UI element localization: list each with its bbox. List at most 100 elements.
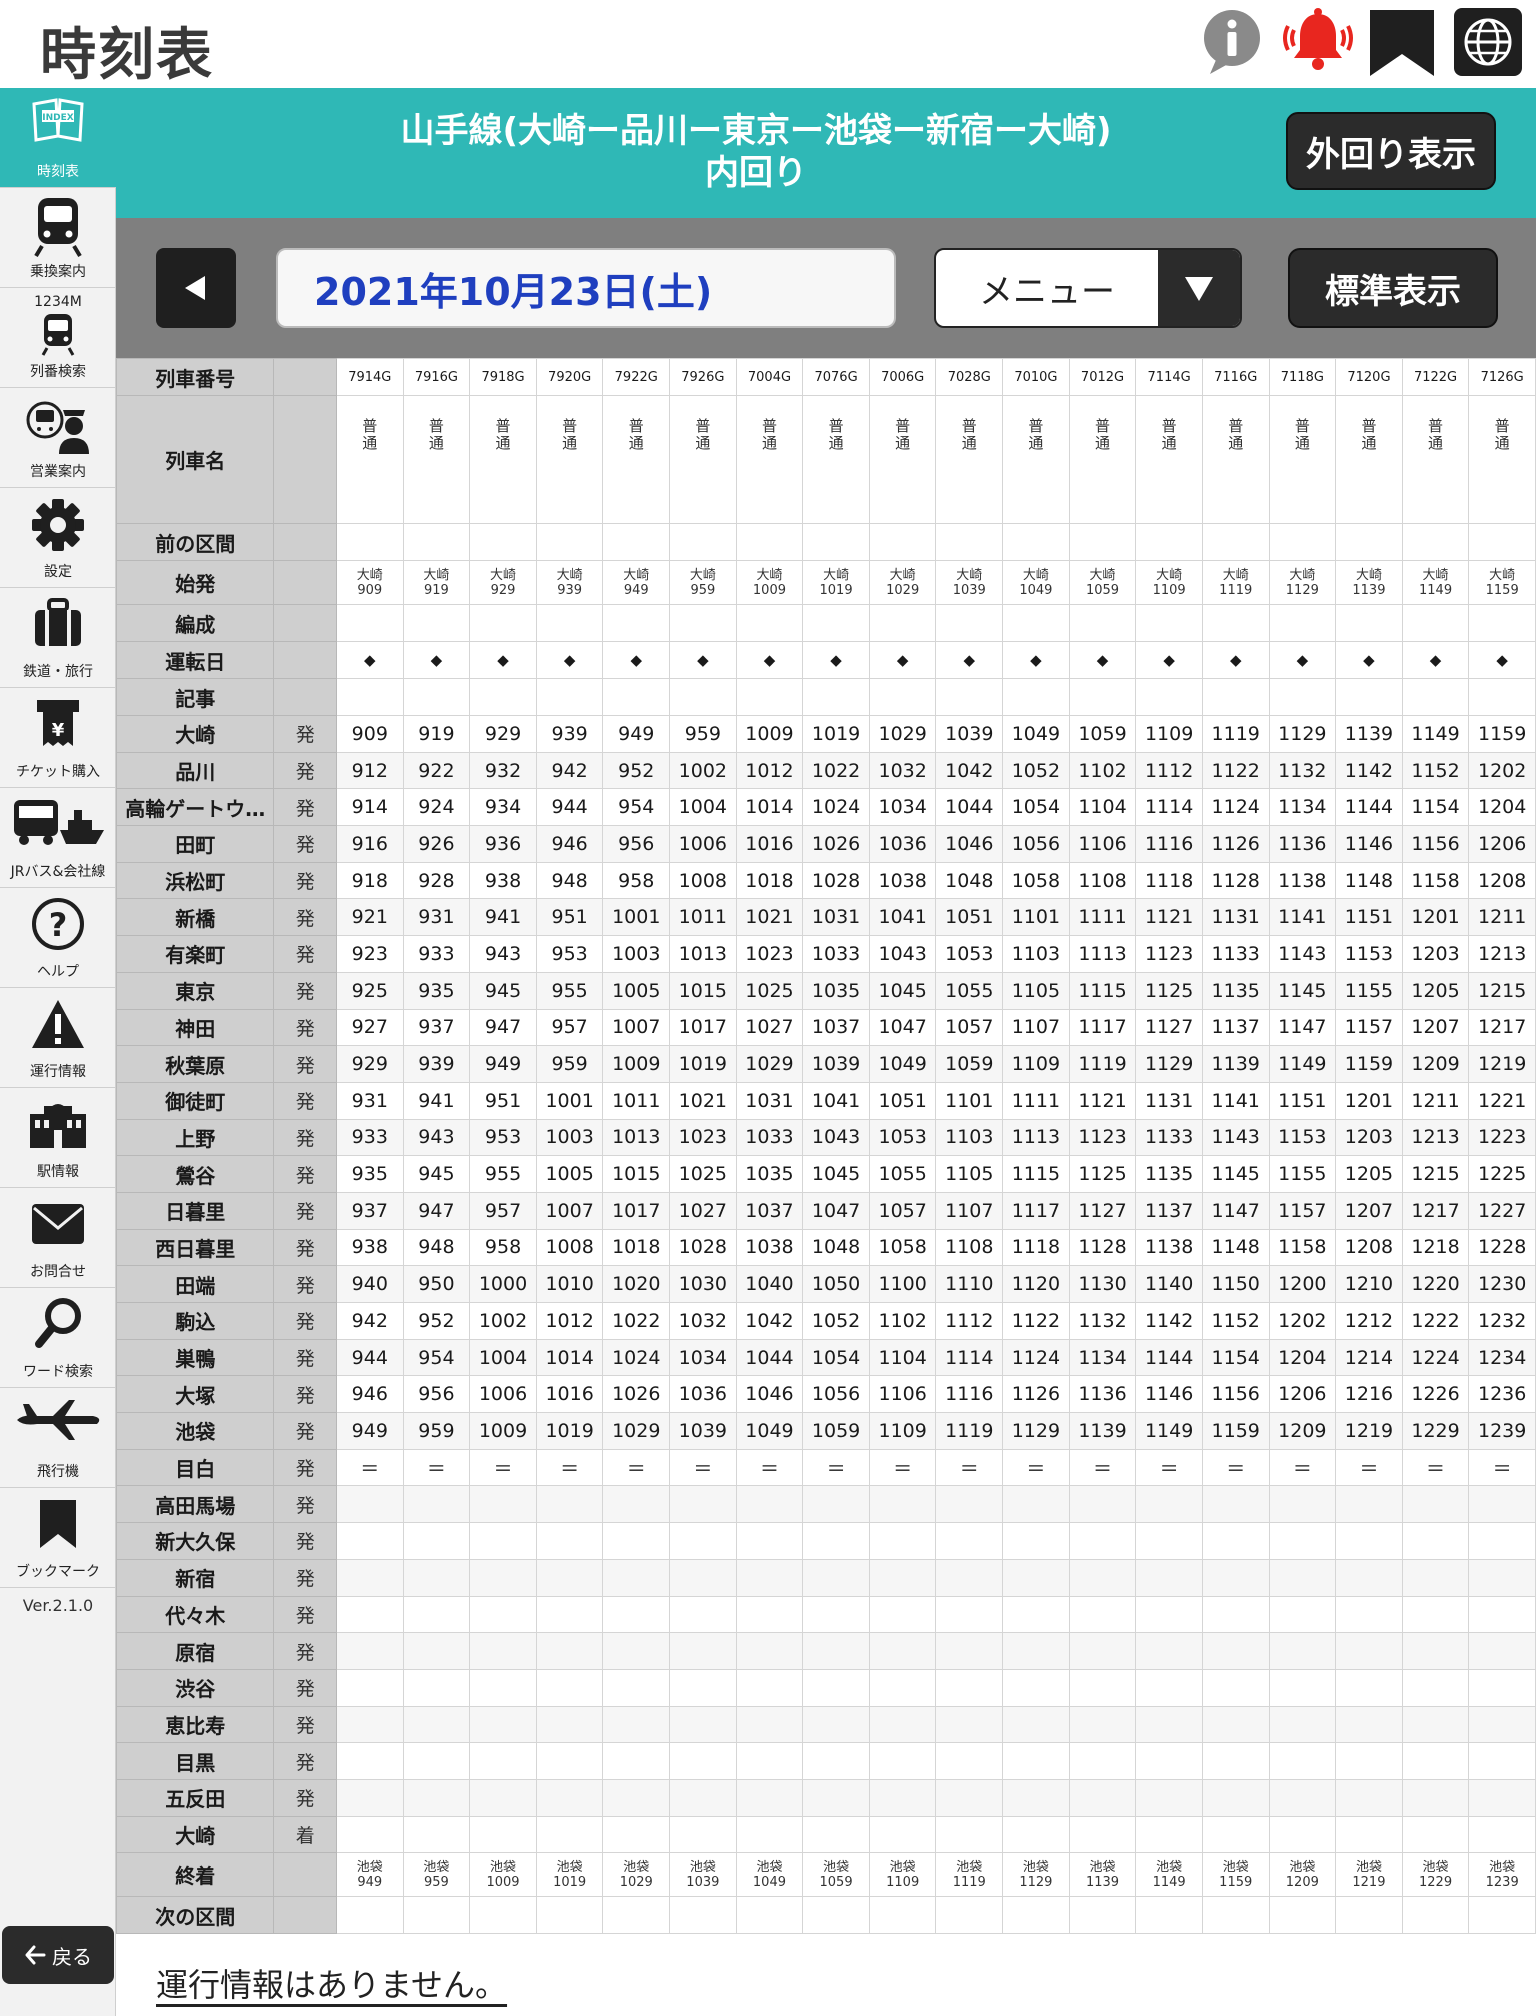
time-cell[interactable] xyxy=(1201,1742,1270,1780)
time-cell[interactable]: 949 xyxy=(602,715,671,753)
time-cell[interactable]: 1013 xyxy=(669,935,737,973)
time-cell[interactable] xyxy=(1068,1595,1137,1634)
time-cell[interactable] xyxy=(1002,1485,1070,1524)
time-cell[interactable]: 1052 xyxy=(1002,751,1070,790)
time-cell[interactable]: 1229 xyxy=(1401,1412,1470,1450)
time-cell[interactable]: 1102 xyxy=(868,1302,937,1340)
time-cell[interactable]: 1025 xyxy=(735,971,804,1010)
time-cell[interactable]: 1046 xyxy=(735,1375,804,1414)
time-cell[interactable] xyxy=(336,1742,404,1780)
time-cell[interactable]: 916 xyxy=(336,825,404,863)
time-cell[interactable] xyxy=(1002,1705,1070,1744)
time-cell[interactable] xyxy=(1068,1632,1137,1670)
time-cell[interactable]: 1222 xyxy=(1401,1302,1470,1340)
time-cell[interactable] xyxy=(868,1742,937,1780)
time-cell[interactable]: 952 xyxy=(402,1302,471,1340)
time-cell[interactable]: 1017 xyxy=(669,1008,737,1047)
station-name[interactable]: 高田馬場 xyxy=(116,1485,275,1524)
time-cell[interactable]: 948 xyxy=(402,1228,471,1267)
time-cell[interactable]: 1119 xyxy=(1068,1045,1137,1083)
station-name[interactable]: 品川 xyxy=(116,751,275,790)
time-cell[interactable]: 1129 xyxy=(1268,715,1337,753)
train-number-cell[interactable]: 7120G xyxy=(1335,358,1403,396)
time-cell[interactable]: 1036 xyxy=(669,1375,737,1414)
outer-loop-button[interactable]: 外回り表示 xyxy=(1286,112,1496,190)
time-cell[interactable]: 1150 xyxy=(1201,1265,1270,1303)
time-cell[interactable] xyxy=(336,1558,404,1597)
time-cell[interactable]: 932 xyxy=(469,751,537,790)
time-cell[interactable] xyxy=(1002,1558,1070,1597)
time-cell[interactable] xyxy=(935,1705,1004,1744)
time-cell[interactable] xyxy=(868,1558,937,1597)
time-cell[interactable]: 936 xyxy=(469,825,537,863)
train-number-cell[interactable]: 7116G xyxy=(1201,358,1270,396)
operation-status-message[interactable]: 運行情報はありません。 xyxy=(156,1960,507,2006)
time-cell[interactable] xyxy=(602,1705,671,1744)
time-cell[interactable] xyxy=(868,1815,937,1854)
time-cell[interactable]: 958 xyxy=(602,861,671,900)
time-cell[interactable] xyxy=(469,1522,537,1560)
time-cell[interactable]: 1158 xyxy=(1268,1228,1337,1267)
time-cell[interactable]: 1001 xyxy=(602,898,671,937)
time-cell[interactable]: 1103 xyxy=(935,1118,1004,1157)
train-number-cell[interactable]: 7004G xyxy=(735,358,804,396)
standard-view-button[interactable]: 標準表示 xyxy=(1288,248,1498,328)
time-cell[interactable]: 1101 xyxy=(935,1081,1004,1120)
time-cell[interactable]: 1047 xyxy=(868,1008,937,1047)
sidebar-item-train-number-search[interactable]: 1234M 列番検索 xyxy=(0,288,116,388)
time-cell[interactable]: 1006 xyxy=(669,825,737,863)
time-cell[interactable]: 940 xyxy=(336,1265,404,1303)
time-cell[interactable] xyxy=(1002,1742,1070,1780)
train-name-cell[interactable]: 普通 xyxy=(1002,395,1070,524)
train-name-cell[interactable]: 普通 xyxy=(1268,395,1337,524)
time-cell[interactable]: 1215 xyxy=(1401,1155,1470,1193)
time-cell[interactable]: 1012 xyxy=(735,751,804,790)
station-name[interactable]: 日暮里 xyxy=(116,1191,275,1230)
time-cell[interactable]: 1157 xyxy=(1268,1191,1337,1230)
train-number-cell[interactable]: 7916G xyxy=(402,358,471,396)
time-cell[interactable]: 1203 xyxy=(1401,935,1470,973)
time-cell[interactable]: 1109 xyxy=(1002,1045,1070,1083)
time-cell[interactable] xyxy=(469,1558,537,1597)
time-cell[interactable]: 957 xyxy=(535,1008,604,1047)
time-cell[interactable]: 1043 xyxy=(802,1118,870,1157)
time-cell[interactable]: 1111 xyxy=(1068,898,1137,937)
time-cell[interactable] xyxy=(602,1595,671,1634)
time-cell[interactable]: 1040 xyxy=(735,1265,804,1303)
time-cell[interactable] xyxy=(1468,1558,1536,1597)
time-cell[interactable]: 1216 xyxy=(1335,1375,1403,1414)
time-cell[interactable]: 959 xyxy=(402,1412,471,1450)
time-cell[interactable]: 1214 xyxy=(1335,1338,1403,1377)
time-cell[interactable]: 1031 xyxy=(735,1081,804,1120)
time-cell[interactable]: 1159 xyxy=(1468,715,1536,753)
time-cell[interactable] xyxy=(935,1778,1004,1817)
time-cell[interactable]: 1135 xyxy=(1201,971,1270,1010)
time-cell[interactable]: ＝ xyxy=(1002,1448,1070,1487)
station-name[interactable]: 五反田 xyxy=(116,1778,275,1817)
time-cell[interactable] xyxy=(1468,1668,1536,1707)
time-cell[interactable] xyxy=(935,1632,1004,1670)
time-cell[interactable] xyxy=(1468,1742,1536,1780)
time-cell[interactable]: 1056 xyxy=(802,1375,870,1414)
time-cell[interactable]: 1213 xyxy=(1468,935,1536,973)
station-name[interactable]: 大塚 xyxy=(116,1375,275,1414)
time-cell[interactable] xyxy=(602,1485,671,1524)
time-cell[interactable]: 1026 xyxy=(802,825,870,863)
time-cell[interactable]: 924 xyxy=(402,788,471,827)
time-cell[interactable] xyxy=(935,1668,1004,1707)
time-cell[interactable] xyxy=(1135,1595,1203,1634)
time-cell[interactable]: 1144 xyxy=(1335,788,1403,827)
time-cell[interactable]: 954 xyxy=(402,1338,471,1377)
time-cell[interactable]: 1009 xyxy=(469,1412,537,1450)
time-cell[interactable]: 955 xyxy=(535,971,604,1010)
sidebar-item-jr-bus[interactable]: JRバス&会社線 xyxy=(0,788,116,888)
time-cell[interactable]: 1217 xyxy=(1468,1008,1536,1047)
time-cell[interactable]: 1049 xyxy=(735,1412,804,1450)
time-cell[interactable]: 944 xyxy=(535,788,604,827)
sidebar-item-settings[interactable]: 設定 xyxy=(0,488,116,588)
sidebar-item-airplane[interactable]: 飛行機 xyxy=(0,1388,116,1488)
time-cell[interactable]: 1051 xyxy=(935,898,1004,937)
time-cell[interactable]: 1034 xyxy=(669,1338,737,1377)
train-number-cell[interactable]: 7926G xyxy=(669,358,737,396)
time-cell[interactable]: 929 xyxy=(336,1045,404,1083)
